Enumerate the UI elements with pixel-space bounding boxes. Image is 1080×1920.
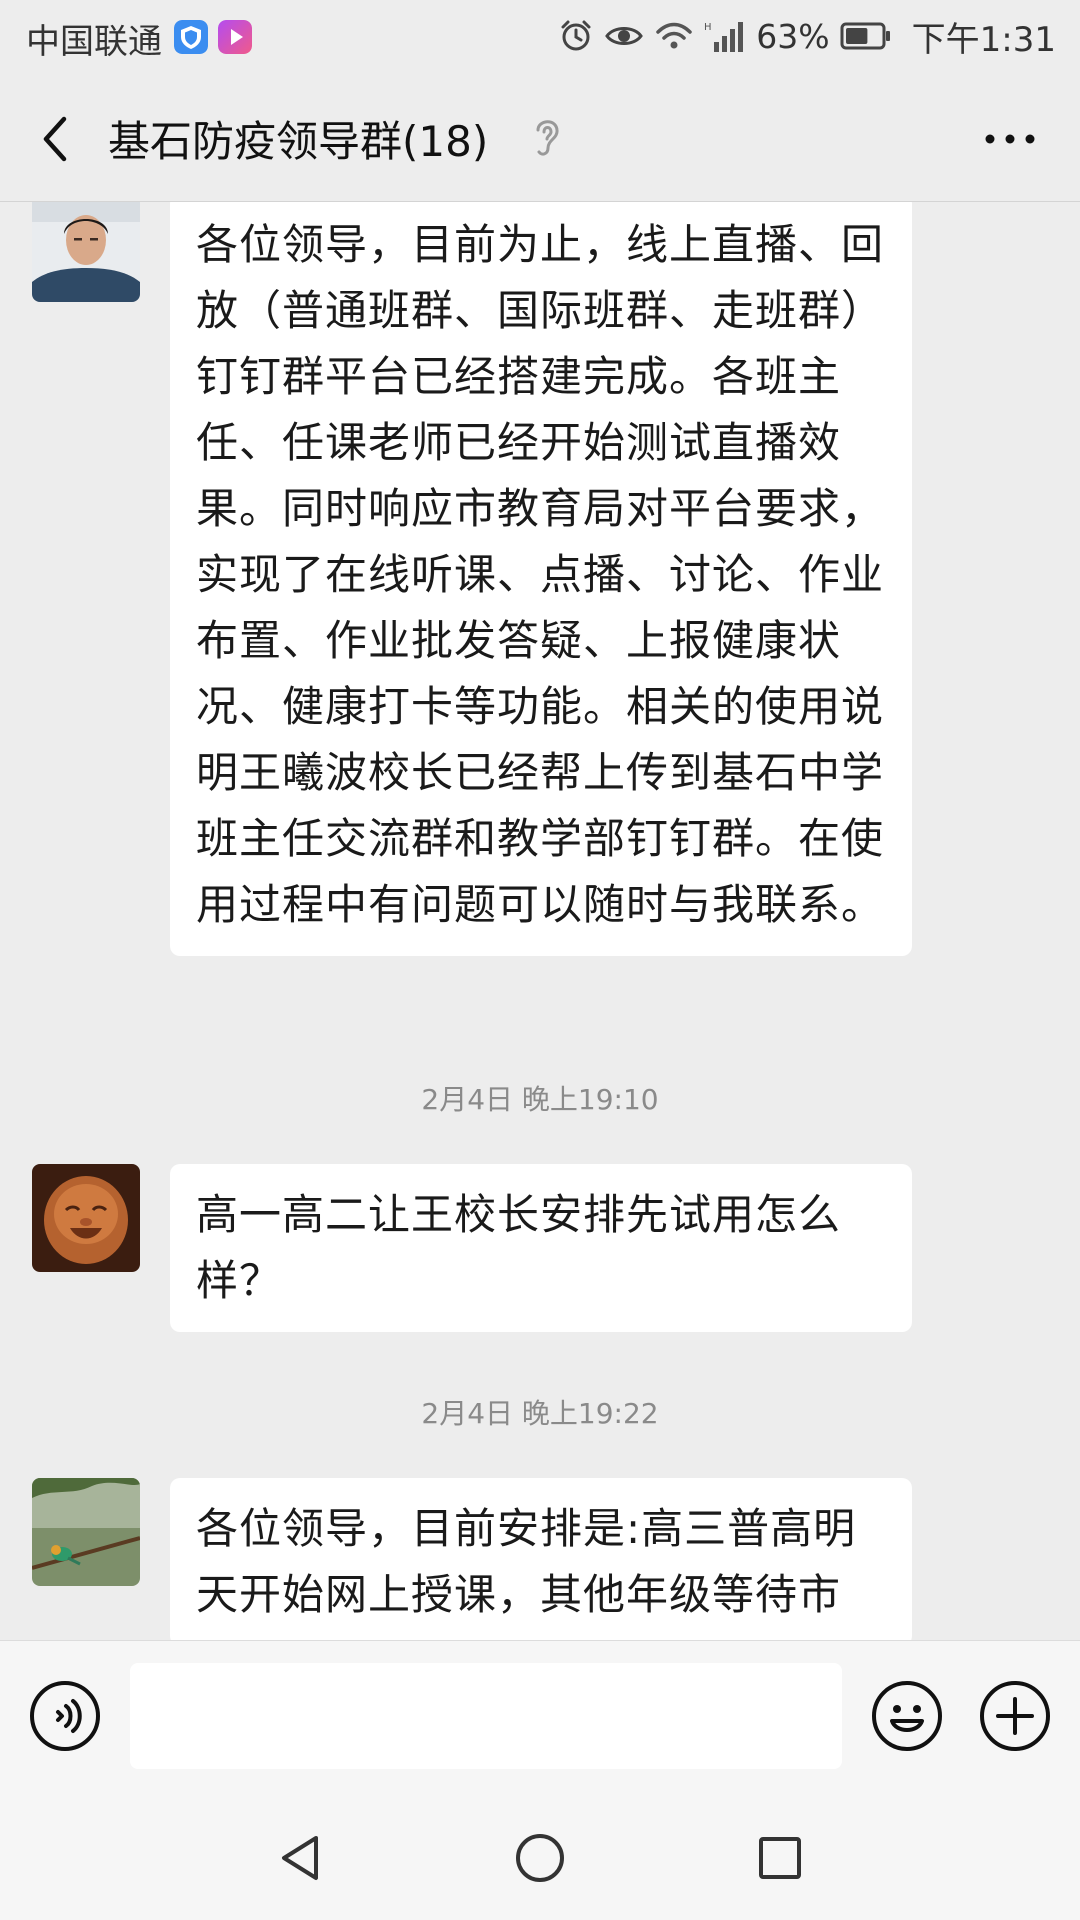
status-bar: 中国联通 H 63% 下午1:31	[0, 0, 1080, 76]
chat-message-list[interactable]: 各位领导，目前为止，线上直播、回放（普通班群、国际班群、走班群）钉钉群平台已经搭…	[0, 202, 1080, 1640]
message-bubble[interactable]: 高一高二让王校长安排先试用怎么样？	[170, 1164, 912, 1332]
alarm-icon	[561, 20, 591, 51]
back-triangle-icon[interactable]	[272, 1830, 328, 1886]
eye-icon	[605, 27, 644, 45]
timestamp: 2月4日 晚上19:10	[421, 1083, 659, 1116]
status-icons: H 63% 下午1:31	[558, 14, 1056, 60]
svg-text:H: H	[704, 22, 712, 33]
recents-square-icon[interactable]	[752, 1830, 808, 1886]
man-photo-avatar[interactable]	[32, 202, 140, 302]
shield-app-icon	[174, 20, 208, 54]
timestamp: 2月4日 晚上19:22	[421, 1397, 659, 1430]
system-nav-bar	[0, 1790, 1080, 1920]
voice-button[interactable]	[28, 1679, 102, 1753]
video-app-icon	[218, 20, 252, 54]
status-time: 下午1:31	[911, 19, 1056, 60]
emoji-button[interactable]	[870, 1679, 944, 1753]
back-button[interactable]	[30, 109, 80, 169]
chat-header: 基石防疫领导群(18)	[0, 76, 1080, 202]
message-bubble[interactable]: 各位领导，目前安排是:高三普高明天开始网上授课，其他年级等待市	[170, 1478, 912, 1640]
bird-photo-avatar[interactable]	[32, 1478, 140, 1586]
wifi-icon	[656, 22, 693, 49]
more-button[interactable]	[980, 124, 1040, 154]
signal-icon: H	[704, 22, 744, 52]
battery-percent: 63%	[756, 16, 830, 56]
home-circle-icon[interactable]	[512, 1830, 568, 1886]
battery-icon	[840, 22, 890, 50]
chat-title: 基石防疫领导群(18)	[108, 117, 489, 166]
plus-button[interactable]	[978, 1679, 1052, 1753]
message-bubble[interactable]: 各位领导，目前为止，线上直播、回放（普通班群、国际班群、走班群）钉钉群平台已经搭…	[170, 202, 912, 956]
buddha-statue-avatar[interactable]	[32, 1164, 140, 1272]
ear-icon	[536, 120, 559, 156]
input-bar	[0, 1640, 1080, 1791]
carrier-label: 中国联通	[26, 22, 162, 62]
message-input[interactable]	[130, 1663, 842, 1769]
